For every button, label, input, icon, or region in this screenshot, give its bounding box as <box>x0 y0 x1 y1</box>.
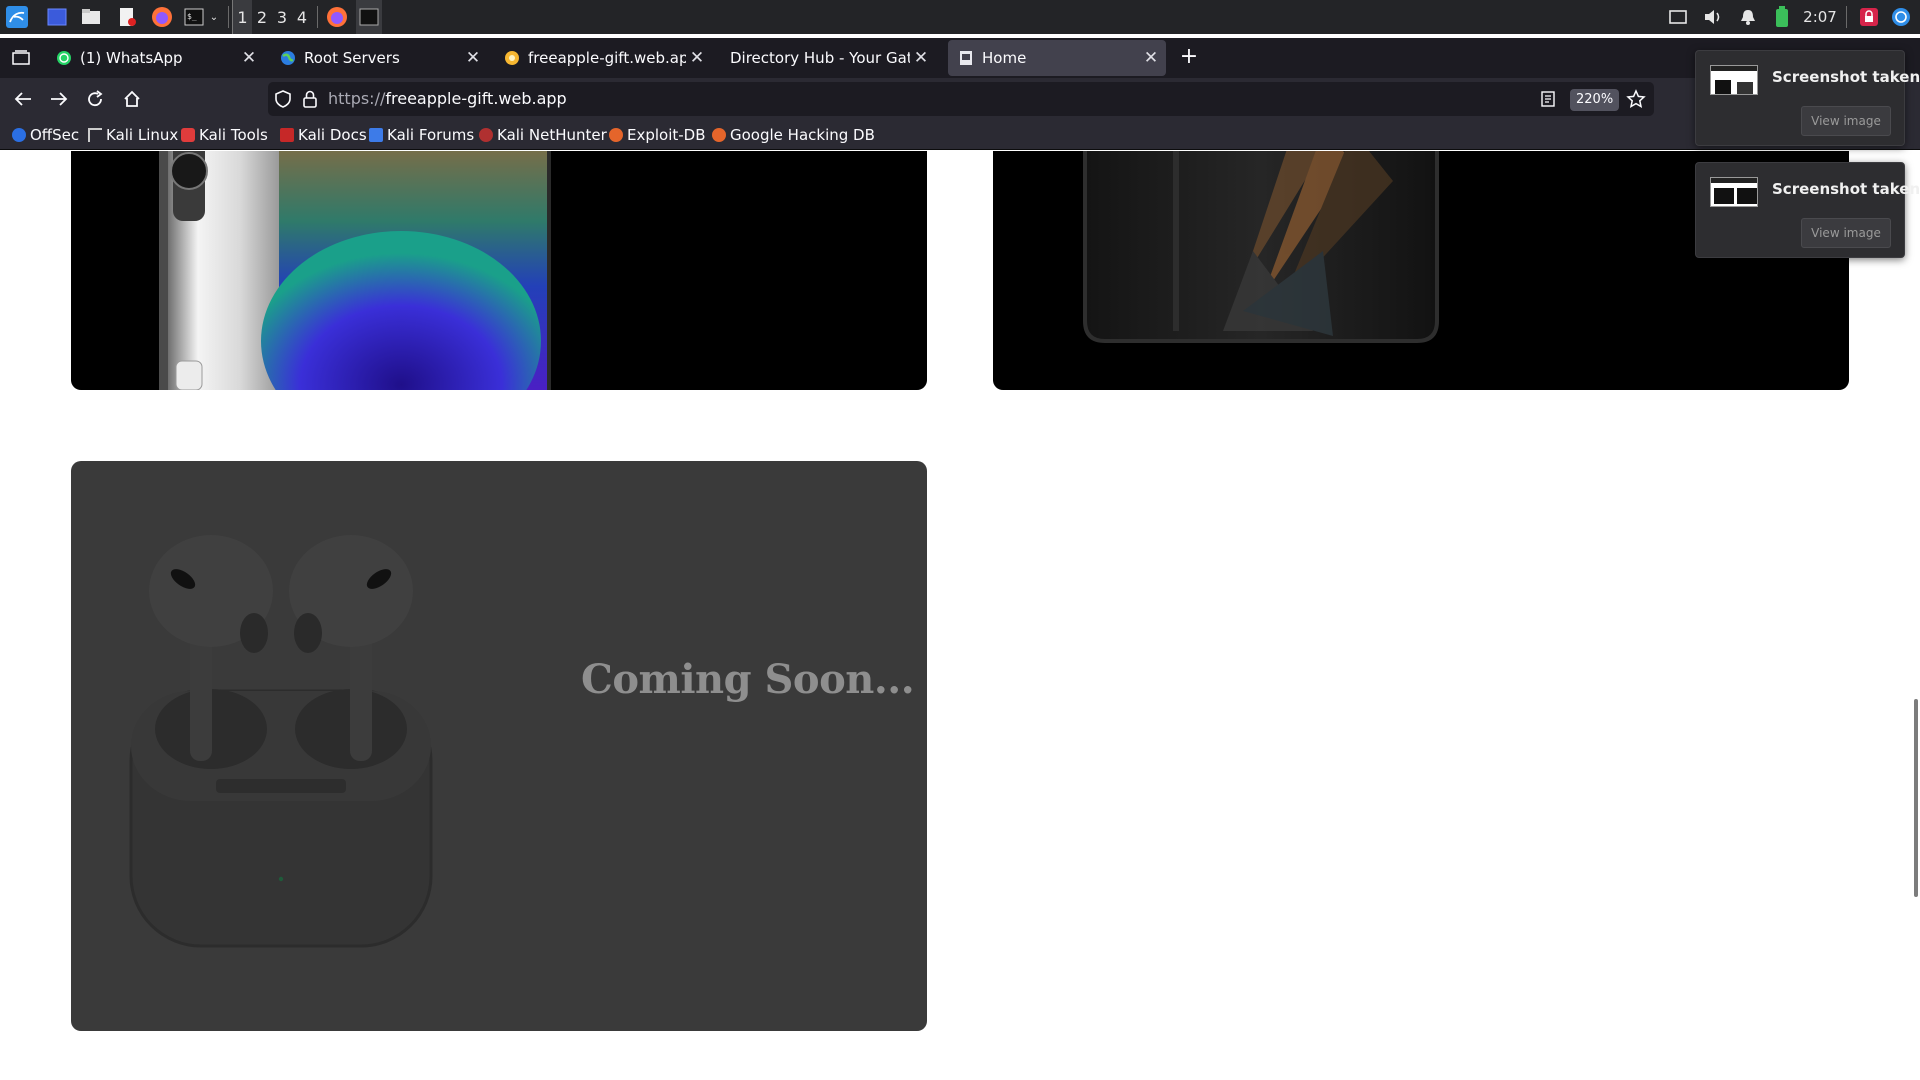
exploitdb-icon <box>609 128 623 142</box>
kali-icon <box>88 128 102 142</box>
chevron-down-icon[interactable]: ⌄ <box>207 0 221 34</box>
zoom-level-button[interactable]: 220% <box>1570 89 1620 111</box>
tab-whatsapp[interactable]: (1) WhatsApp ✕ <box>46 40 264 76</box>
kali-docs-icon <box>280 128 294 142</box>
bookmark-kali-linux[interactable]: Kali Linux <box>88 120 178 150</box>
offsec-icon <box>12 128 26 142</box>
kali-menu-icon[interactable] <box>3 0 31 34</box>
bookmark-label: Kali Linux <box>106 126 179 144</box>
nethunter-icon <box>479 128 493 142</box>
close-icon[interactable]: ✕ <box>238 48 260 68</box>
url-host: freeapple-gift.web.app <box>385 89 567 108</box>
close-icon[interactable]: ✕ <box>1140 48 1162 68</box>
workspace-1[interactable]: 1 <box>232 0 252 34</box>
scrollbar-thumb[interactable] <box>1914 699 1918 897</box>
tab-root-servers[interactable]: Root Servers ✕ <box>270 40 488 76</box>
coming-soon-heading: Coming Soon... <box>581 656 915 703</box>
lock-screen-icon[interactable] <box>1857 0 1881 34</box>
url-scheme: https:// <box>328 89 386 108</box>
bookmark-label: Google Hacking DB <box>730 126 875 144</box>
firefox-launcher-icon[interactable] <box>150 0 174 34</box>
power-icon[interactable] <box>1889 0 1913 34</box>
close-icon[interactable]: ✕ <box>910 48 932 68</box>
airpods-product-card[interactable]: Coming Soon... <box>71 461 927 1031</box>
kali-tools-icon <box>181 128 195 142</box>
firefox-window-icon[interactable] <box>324 0 350 34</box>
whatsapp-icon <box>56 50 72 66</box>
close-icon[interactable]: ✕ <box>686 48 708 68</box>
notification-title: Screenshot taken <box>1772 180 1920 198</box>
terminal-launcher-icon[interactable]: $_ <box>183 0 205 34</box>
site-favicon <box>504 50 520 66</box>
screenshot-thumbnail <box>1710 177 1758 207</box>
back-icon[interactable] <box>8 84 38 114</box>
forward-icon[interactable] <box>44 84 74 114</box>
tab-strip: (1) WhatsApp ✕ Root Servers ✕ freeapple-… <box>0 38 1920 78</box>
tab-overview-icon[interactable] <box>6 43 36 73</box>
reader-view-icon[interactable] <box>1540 91 1556 111</box>
tab-label: Home <box>982 49 1027 67</box>
home-icon[interactable] <box>117 84 147 114</box>
window-icon[interactable] <box>1666 0 1690 34</box>
bookmark-star-icon[interactable] <box>1626 89 1646 113</box>
desktop-icon[interactable] <box>46 0 68 34</box>
lock-icon[interactable] <box>302 90 318 112</box>
close-icon[interactable]: ✕ <box>462 48 484 68</box>
reload-icon[interactable] <box>80 84 110 114</box>
iphone-image <box>159 151 551 390</box>
globe-icon <box>280 50 296 66</box>
bookmarks-toolbar: OffSec Kali Linux Kali Tools Kali Docs K… <box>0 120 1920 150</box>
airpods-image <box>129 535 433 948</box>
tab-freeapple[interactable]: freeapple-gift.web.app D ✕ <box>494 40 712 76</box>
text-editor-icon[interactable] <box>116 0 138 34</box>
bookmark-google-hacking-db[interactable]: Google Hacking DB <box>712 120 875 150</box>
workspace-3[interactable]: 3 <box>272 0 292 34</box>
battery-icon[interactable] <box>1771 0 1793 34</box>
tab-label: Directory Hub - Your Gatewa <box>730 49 910 67</box>
tab-label: (1) WhatsApp <box>80 49 183 67</box>
notification-title: Screenshot taken <box>1772 68 1920 86</box>
bookmark-kali-docs[interactable]: Kali Docs <box>280 120 367 150</box>
workspace-2[interactable]: 2 <box>252 0 272 34</box>
bookmark-label: Kali Tools <box>199 126 268 144</box>
workspace-4[interactable]: 4 <box>292 0 312 34</box>
volume-icon[interactable] <box>1701 0 1725 34</box>
tab-home[interactable]: Home ✕ <box>948 40 1166 76</box>
view-image-button[interactable]: View image <box>1801 106 1891 136</box>
tab-label: Root Servers <box>304 49 400 67</box>
bookmark-label: Kali Docs <box>298 126 367 144</box>
system-panel: $_ ⌄ 1 2 3 4 2:07 <box>0 0 1920 34</box>
terminal-window-icon[interactable] <box>356 0 382 34</box>
url-bar[interactable]: https://freeapple-gift.web.app 220% <box>268 82 1654 116</box>
notification-bell-icon[interactable] <box>1737 0 1759 34</box>
bookmark-kali-tools[interactable]: Kali Tools <box>181 120 268 150</box>
file-manager-icon[interactable] <box>80 0 102 34</box>
bookmark-exploit-db[interactable]: Exploit-DB <box>609 120 706 150</box>
bookmark-offsec[interactable]: OffSec <box>12 120 79 150</box>
bookmark-label: Exploit-DB <box>627 126 706 144</box>
shield-icon[interactable] <box>274 90 292 112</box>
screenshot-notification[interactable]: Screenshot taken View image <box>1695 162 1920 258</box>
svg-text:$_: $_ <box>187 12 197 21</box>
iphone-product-card[interactable] <box>71 151 927 390</box>
ghdb-icon <box>712 128 726 142</box>
new-tab-icon[interactable]: + <box>1174 41 1204 71</box>
bookmark-label: OffSec <box>30 126 80 144</box>
screenshot-notification[interactable]: Screenshot taken View image <box>1695 50 1920 146</box>
tab-directory-hub[interactable]: Directory Hub - Your Gatewa ✕ <box>718 40 936 76</box>
bookmark-kali-nethunter[interactable]: Kali NetHunter <box>479 120 607 150</box>
screenshot-thumbnail <box>1710 65 1758 95</box>
tab-label: freeapple-gift.web.app D <box>528 49 686 67</box>
view-image-button[interactable]: View image <box>1801 218 1891 248</box>
page-content: Coming Soon... <box>0 151 1920 1080</box>
clock[interactable]: 2:07 <box>1800 0 1840 34</box>
bookmark-label: Kali Forums <box>387 126 475 144</box>
navigation-bar: https://freeapple-gift.web.app 220% <box>0 78 1920 120</box>
page-icon <box>958 50 974 66</box>
kali-forums-icon <box>369 128 383 142</box>
bookmark-label: Kali NetHunter <box>497 126 607 144</box>
bookmark-kali-forums[interactable]: Kali Forums <box>369 120 474 150</box>
url-text[interactable]: https://freeapple-gift.web.app <box>328 82 567 116</box>
